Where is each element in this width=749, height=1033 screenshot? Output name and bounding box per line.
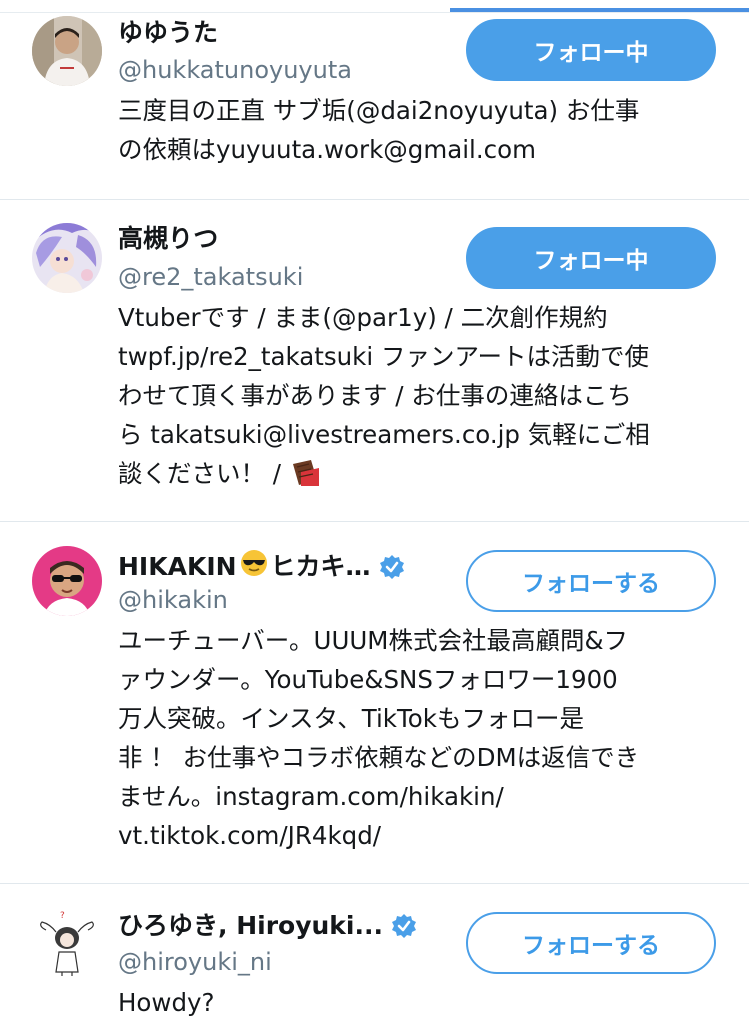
user-list-item[interactable]: 高槻りつ @re2_takatsuki Vtuberです / まま(@par1y… bbox=[0, 200, 749, 522]
screen-name[interactable]: @hikakin bbox=[118, 585, 228, 615]
avatar[interactable]: ? bbox=[32, 908, 102, 978]
display-name[interactable]: ひろゆき, Hiroyuki... bbox=[118, 910, 417, 942]
display-name[interactable]: 高槻りつ bbox=[118, 223, 218, 255]
display-name-suffix: ヒカキ… bbox=[270, 552, 371, 581]
user-bio: Howdy? bbox=[118, 988, 215, 1017]
display-name-text: HIKAKIN bbox=[118, 552, 237, 581]
user-bio: Vtuberです / まま(@par1y) / 二次創作規約 twpf.jp/r… bbox=[118, 298, 728, 493]
display-name-text: 高槻りつ bbox=[118, 224, 219, 253]
avatar[interactable] bbox=[32, 16, 102, 86]
sunglasses-face-icon bbox=[239, 548, 269, 586]
display-name-text: ひろゆき, Hiroyuki... bbox=[118, 911, 383, 940]
verified-badge-icon bbox=[379, 554, 405, 580]
follow-button[interactable]: フォローする bbox=[466, 550, 716, 612]
following-button[interactable]: フォロー中 bbox=[466, 19, 716, 81]
display-name[interactable]: HIKAKIN ヒカキ… bbox=[118, 548, 405, 586]
user-list-item[interactable]: HIKAKIN ヒカキ… @hikakin ユーチューバー。UUUM株式会社最高… bbox=[0, 522, 749, 884]
svg-text:?: ? bbox=[60, 911, 65, 921]
display-name-text: ゆゆうた bbox=[118, 18, 219, 47]
screen-name[interactable]: @hukkatunoyuyuta bbox=[118, 55, 352, 85]
follow-button[interactable]: フォローする bbox=[466, 912, 716, 974]
user-bio: 三度目の正直 サブ垢(@dai2noyuyuta) お仕事 の依頼はyuyuut… bbox=[118, 96, 640, 164]
display-name[interactable]: ゆゆうた bbox=[118, 17, 218, 49]
avatar[interactable] bbox=[32, 223, 102, 293]
chocolate-bar-icon bbox=[289, 454, 321, 493]
screen-name[interactable]: @re2_takatsuki bbox=[118, 262, 303, 292]
user-list-item[interactable]: ゆゆうた @hukkatunoyuyuta 三度目の正直 サブ垢(@dai2no… bbox=[0, 13, 749, 200]
screen-name[interactable]: @hiroyuki_ni bbox=[118, 947, 272, 977]
following-button[interactable]: フォロー中 bbox=[466, 227, 716, 289]
verified-badge-icon bbox=[391, 913, 417, 939]
bio-text: Vtuberです / まま(@par1y) / 二次創作規約 twpf.jp/r… bbox=[118, 303, 650, 488]
user-list-item[interactable]: ? ひろゆき, Hiroyuki... @hiroyuki_ni Howdy? … bbox=[0, 884, 749, 1033]
user-bio: ユーチューバー。UUUM株式会社最高顧問&フ ァウンダー。YouTube&SNS… bbox=[118, 626, 640, 850]
avatar[interactable] bbox=[32, 546, 102, 616]
